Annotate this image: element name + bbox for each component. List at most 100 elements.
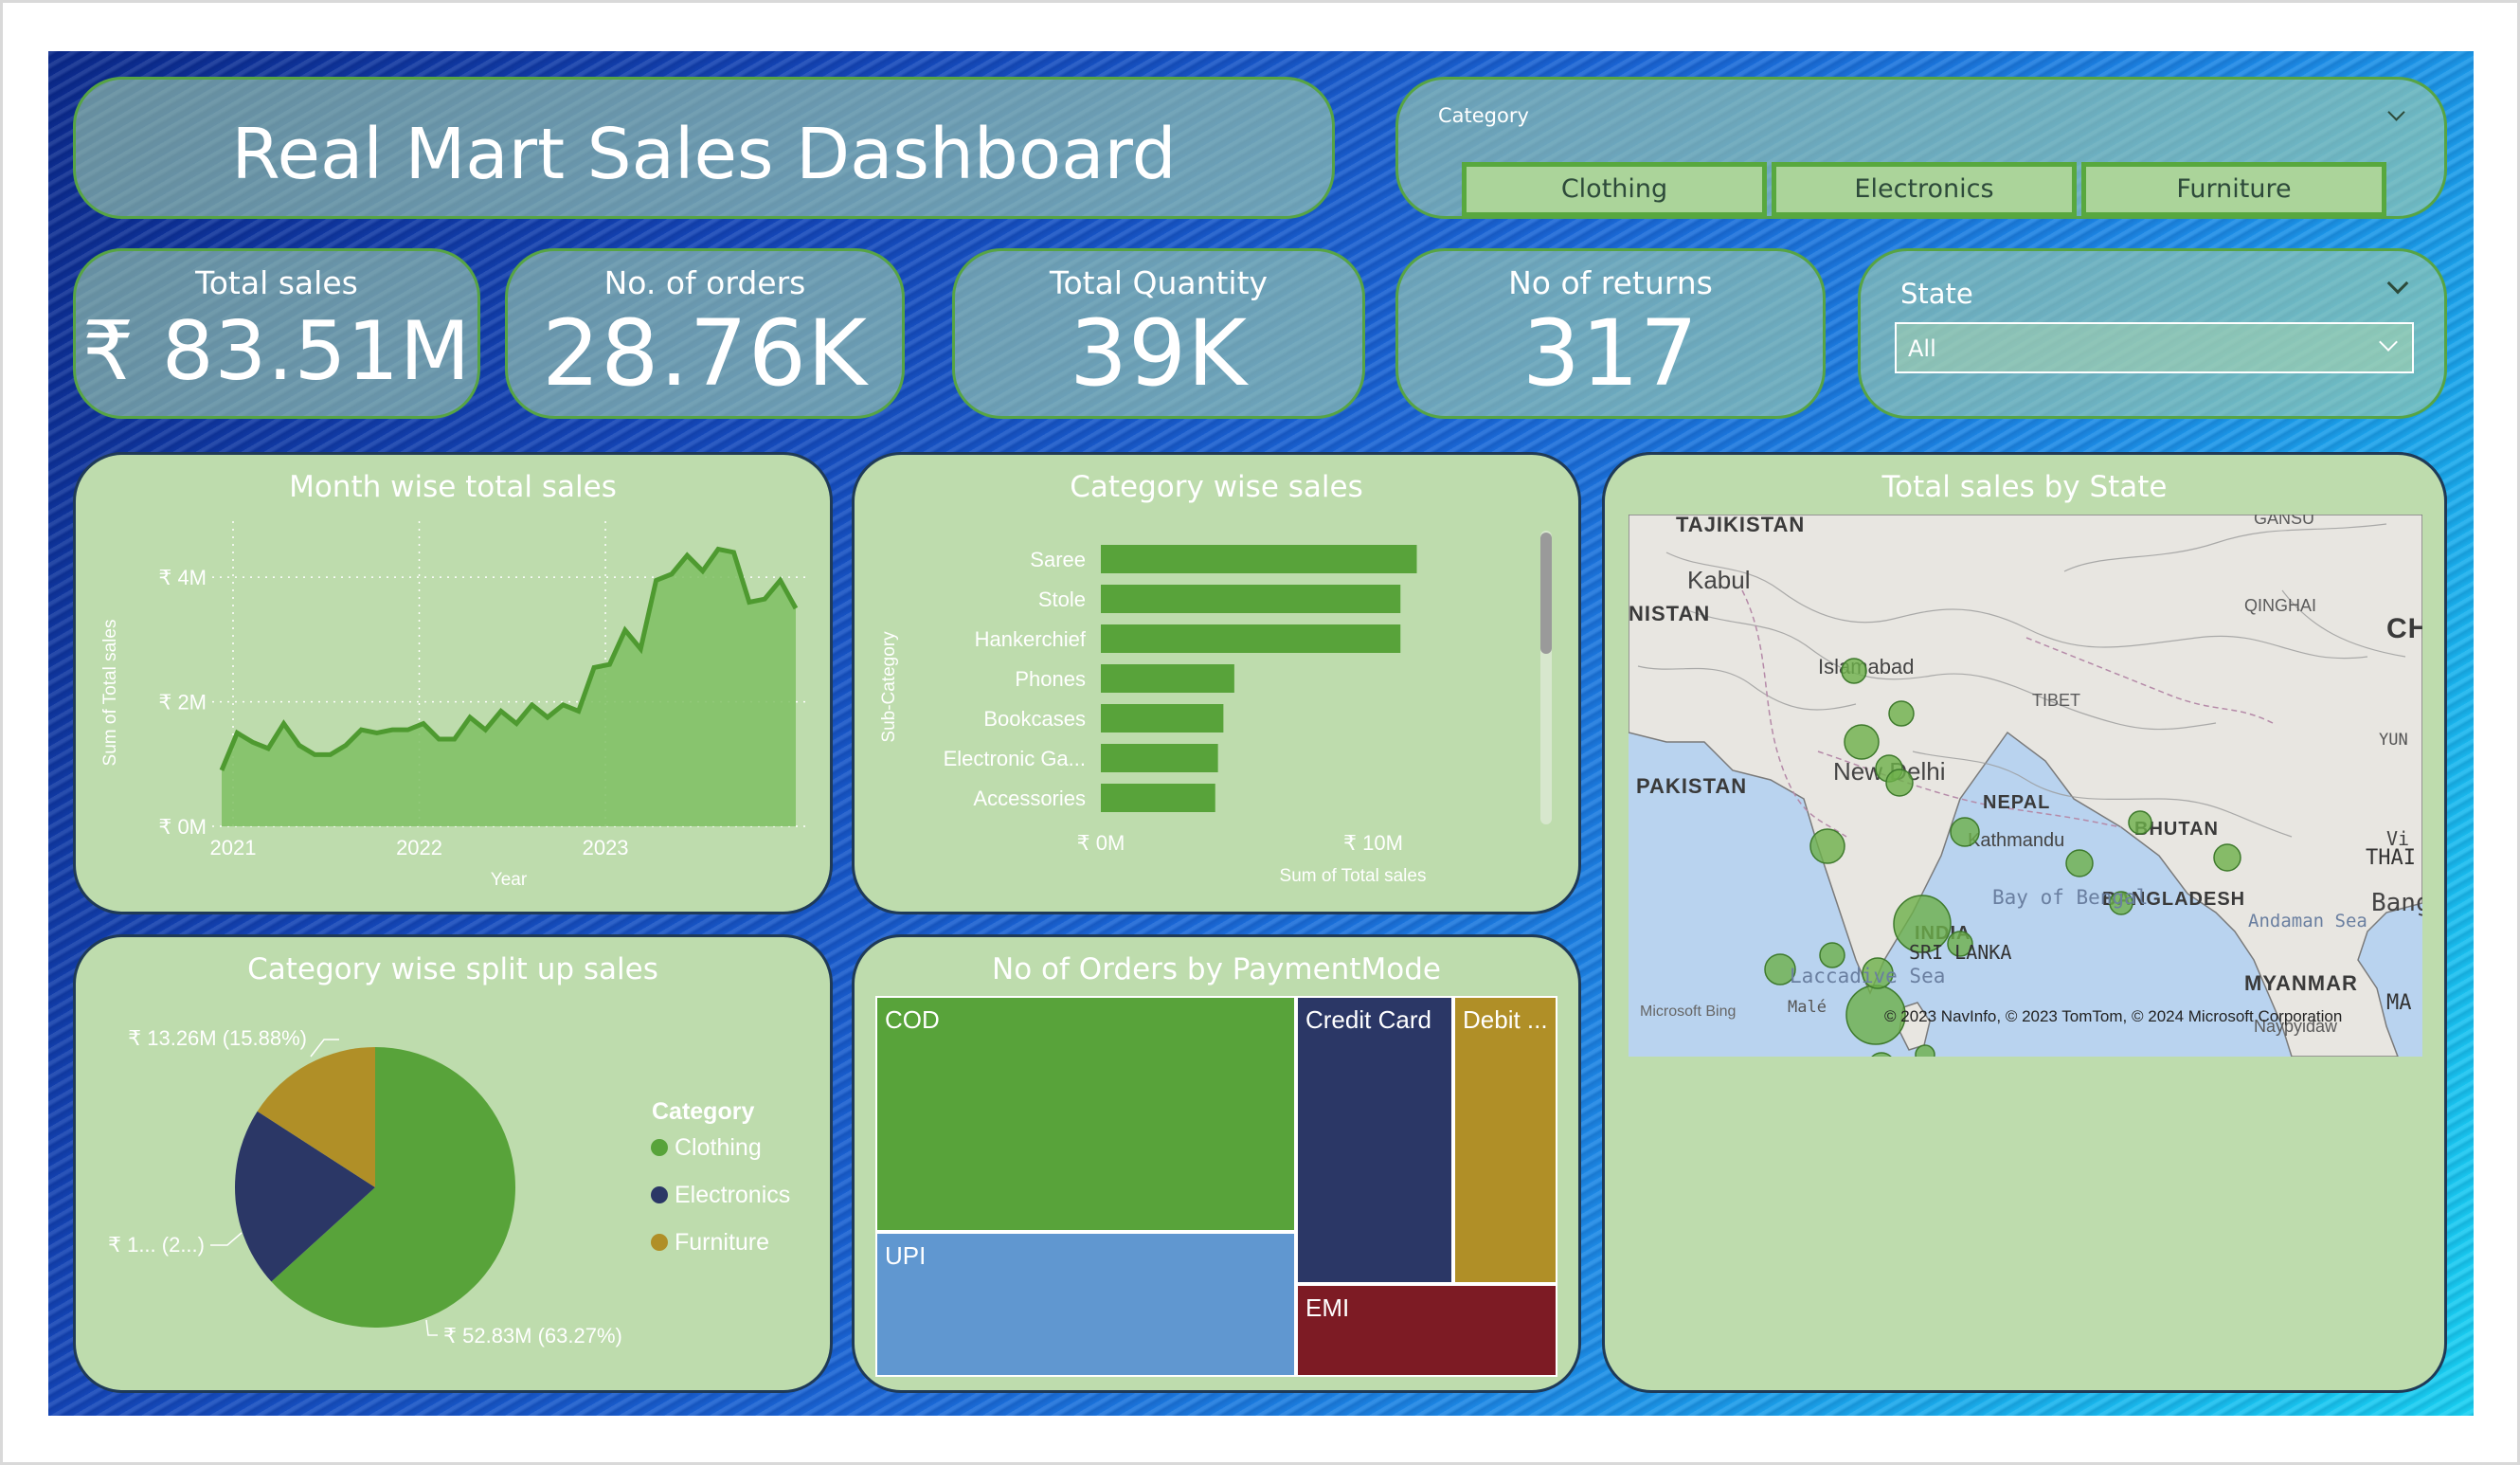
category-slicer-title: Category (1438, 104, 1529, 127)
map-label: Vi (2386, 827, 2410, 850)
kpi-no-of-orders: No. of orders 28.76K (505, 248, 905, 419)
y-axis-title: Sum of Total sales (100, 620, 120, 767)
month-sales-chart: ₹ 0M ₹ 2M ₹ 4M 2021 2022 2023 Year Sum of Total… (100, 521, 805, 890)
treemap-tile-cod[interactable]: COD (877, 998, 1294, 1230)
state-dropdown-value: All (1908, 335, 1936, 362)
map-label: Laccadive Sea (1790, 965, 1946, 987)
category-label: Bookcases (983, 707, 1086, 731)
report-frame: Real Mart Sales Dashboard Category Cloth… (0, 0, 2520, 1465)
data-label: ₹ 52.83M (63.27%) (443, 1324, 622, 1347)
kpi-no-of-returns: No of returns 317 (1395, 248, 1826, 419)
x-tick-label: 2022 (396, 836, 442, 859)
treemap-label: Debit ... (1463, 1005, 1548, 1034)
kpi-value: ₹ 83.51M (81, 304, 472, 399)
page-title: Real Mart Sales Dashboard (231, 114, 1177, 195)
y-axis-title: Sub-Category (879, 631, 899, 743)
treemap-label: UPI (885, 1241, 927, 1270)
treemap-tile-emi[interactable]: EMI (1298, 1286, 1556, 1375)
x-tick-label: ₹ 0M (1077, 831, 1125, 855)
bar (1101, 704, 1224, 732)
map-panel: Total sales by State TAJIKISTAN Kabul NI… (1602, 452, 2447, 1393)
category-pie-panel: Category wise split up sales ₹ 52.83M (6… (73, 934, 833, 1393)
chevron-down-icon[interactable] (2387, 103, 2405, 121)
treemap-area: COD UPI Credit Card Debit ... EMI (875, 996, 1557, 1377)
kpi-label: No. of orders (603, 264, 806, 301)
legend-item: Clothing (675, 1134, 762, 1161)
treemap-tile-credit-card[interactable]: Credit Card (1298, 998, 1451, 1282)
title-card: Real Mart Sales Dashboard (73, 77, 1335, 219)
treemap-tile-upi[interactable]: UPI (877, 1234, 1294, 1375)
scrollbar-thumb[interactable] (1540, 533, 1552, 654)
y-tick-label: ₹ 0M (158, 815, 207, 839)
legend-item: Furniture (675, 1229, 769, 1256)
category-label: Accessories (973, 787, 1086, 810)
legend-marker (651, 1234, 668, 1251)
bar (1101, 784, 1215, 812)
kpi-label: Total sales (195, 264, 358, 301)
category-label: Stole (1038, 588, 1086, 611)
category-bar-chart: Saree Stole Hankerchief Phones Bookcases Elec… (879, 531, 1552, 886)
map-canvas[interactable]: TAJIKISTAN Kabul NISTAN Islamabad PAKIST… (1629, 515, 2422, 1057)
payment-treemap-panel: No of Orders by PaymentMode COD UPI Cred… (852, 934, 1581, 1393)
kpi-total-quantity: Total Quantity 39K (952, 248, 1365, 419)
leader-line (425, 1319, 438, 1336)
map-label: SRI LANKA (1909, 941, 2012, 964)
kpi-value: 28.76K (542, 300, 868, 407)
map-label: Bay of Bengal (1992, 886, 2149, 909)
category-option-clothing[interactable]: Clothing (1462, 162, 1767, 217)
panel-title: Total sales by State (1881, 470, 2168, 504)
legend-item: Electronics (675, 1182, 790, 1208)
bar (1101, 624, 1401, 653)
y-tick-label: ₹ 4M (158, 566, 207, 589)
y-tick-label: ₹ 2M (158, 691, 207, 714)
map-attribution[interactable]: © 2023 NavInfo, © 2023 TomTom, © 2024 Mi… (1884, 1007, 2342, 1026)
map-label: Malé (1788, 998, 1827, 1017)
leader-line (210, 1232, 243, 1246)
category-label: Hankerchief (975, 627, 1087, 651)
category-option-electronics[interactable]: Electronics (1772, 162, 2077, 217)
map-label: Bangk (2371, 889, 2422, 917)
month-sales-panel: Month wise total sales ₹ 0M ₹ 2M ₹ 4M 2021 2… (73, 452, 833, 914)
category-pie-chart: ₹ 52.83M (63.27%) ₹ 1... (2...) ₹ 13.26M (… (108, 1026, 790, 1347)
chevron-down-icon[interactable] (2386, 272, 2409, 295)
state-slicer: State All (1858, 248, 2447, 419)
area-fill (222, 549, 796, 826)
kpi-label: No of returns (1508, 264, 1713, 301)
x-axis-title: Sum of Total sales (1280, 866, 1427, 886)
x-tick-label: 2023 (583, 836, 629, 859)
treemap-label: Credit Card (1305, 1005, 1431, 1034)
map-label: MA (2386, 991, 2412, 1015)
kpi-value: 317 (1521, 300, 1700, 407)
legend-marker (651, 1139, 668, 1156)
treemap-label: EMI (1305, 1293, 1350, 1322)
category-slicer: Category Clothing Electronics Furniture (1395, 77, 2447, 219)
bing-logo: Microsoft Bing (1640, 1004, 1737, 1020)
treemap-label: COD (885, 1005, 940, 1034)
map-label: Andaman Sea (2248, 911, 2367, 931)
data-label: ₹ 1... (2...) (108, 1233, 205, 1257)
bar (1101, 585, 1401, 613)
data-label: ₹ 13.26M (15.88%) (128, 1026, 307, 1050)
kpi-total-sales: Total sales ₹ 83.51M (73, 248, 480, 419)
state-slicer-title: State (1900, 278, 1973, 310)
bar (1101, 545, 1417, 573)
kpi-label: Total Quantity (1049, 264, 1269, 301)
treemap-tile-debit[interactable]: Debit ... (1455, 998, 1556, 1282)
category-option-furniture[interactable]: Furniture (2081, 162, 2386, 217)
x-axis-title: Year (491, 870, 528, 890)
legend-marker (651, 1186, 668, 1203)
category-label: Electronic Ga... (944, 747, 1086, 770)
dashboard-canvas: Real Mart Sales Dashboard Category Cloth… (48, 51, 2474, 1416)
panel-title: No of Orders by PaymentMode (992, 952, 1441, 986)
map-label: YUN (2379, 731, 2408, 750)
legend-title: Category (652, 1098, 754, 1125)
category-label: Saree (1030, 548, 1086, 571)
map-sea-labels: Bay of Bengal Andaman Sea SRI LANKA Laccadi… (1629, 515, 2422, 1057)
chevron-down-icon (2379, 333, 2398, 352)
x-tick-label: ₹ 10M (1343, 831, 1403, 855)
bar (1101, 744, 1218, 772)
x-tick-label: 2021 (210, 836, 257, 859)
bar (1101, 664, 1234, 693)
state-dropdown[interactable]: All (1895, 322, 2414, 373)
category-sales-panel: Category wise sales Saree Stole Hankerchie… (852, 452, 1581, 914)
